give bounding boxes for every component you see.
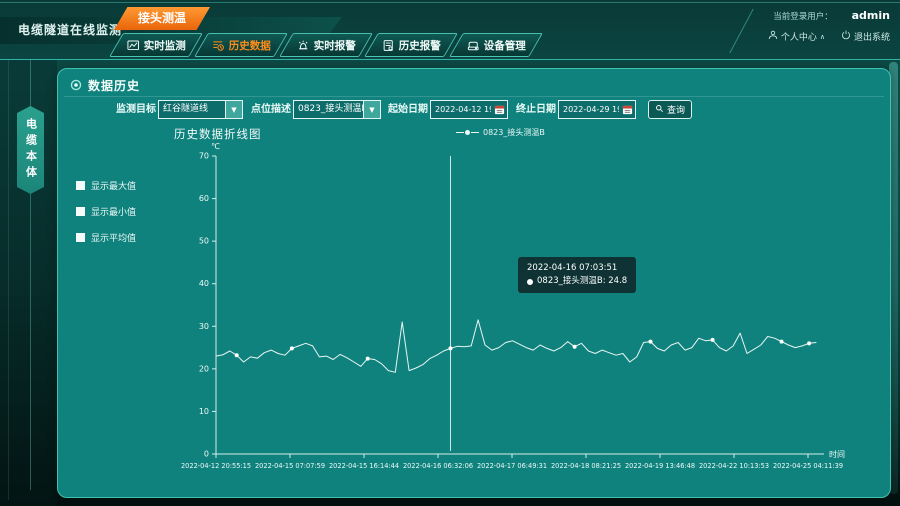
y-axis-unit: ℃	[211, 142, 220, 151]
y-tick-label: 20	[199, 364, 209, 373]
logout-link[interactable]: 退出系统	[841, 30, 890, 43]
tooltip-time: 2022-04-16 07:03:51	[527, 262, 627, 275]
series-line	[216, 320, 816, 372]
user-block: 当前登录用户： admin 个人中心 ∧ 退出系统	[768, 9, 890, 43]
data-point-marker	[780, 340, 784, 344]
data-point-marker	[807, 341, 811, 345]
x-tick-label: 2022-04-12 20:55:15	[181, 462, 251, 470]
nav-tab-label: 实时监测	[144, 38, 186, 53]
device-icon	[467, 39, 480, 52]
profile-link[interactable]: 个人中心 ∧	[768, 30, 825, 43]
top-header: 电缆隧道在线监测 接头测温 实时监测 历史数据 实时报警 历史报警 设备管理 当前登录用…	[0, 0, 900, 60]
history-chart[interactable]: 0 10 20 30 40 50 60 70℃ 2022-04-12 20:55:15 2022-…	[58, 69, 892, 499]
module-tab-joint-temperature[interactable]: 接头测温	[114, 7, 210, 30]
data-point-marker	[366, 357, 370, 361]
y-tick-label: 10	[199, 407, 209, 416]
alarm-document-icon	[382, 39, 395, 52]
power-icon	[841, 30, 851, 43]
x-tick-label: 2022-04-18 08:21:25	[551, 462, 621, 470]
person-icon	[768, 30, 778, 43]
data-point-marker	[711, 338, 715, 342]
nav-tab-label: 历史数据	[229, 38, 271, 53]
left-decor-line	[8, 60, 9, 500]
y-tick-label: 60	[199, 194, 209, 203]
x-tick-label: 2022-04-15 07:07:59	[255, 462, 325, 470]
chevron-up-icon: ∧	[820, 33, 825, 41]
y-tick-label: 70	[199, 152, 209, 161]
data-point-marker	[235, 353, 239, 357]
tooltip-series-line: 0823_接头测温B: 24.8	[527, 275, 627, 288]
app-title: 电缆隧道在线监测	[18, 17, 122, 44]
login-user-label: 当前登录用户：	[773, 12, 833, 22]
y-tick-label: 40	[199, 279, 209, 288]
x-tick-label: 2022-04-25 04:11:39	[773, 462, 843, 470]
nav-tab-history-data[interactable]: 历史数据	[194, 33, 288, 57]
x-tick-label: 2022-04-22 10:13:53	[699, 462, 769, 470]
x-tick-label: 2022-04-15 16:14:44	[329, 462, 399, 470]
series-dot-icon	[527, 279, 533, 285]
nav-tab-device-manage[interactable]: 设备管理	[449, 33, 543, 57]
chart-tooltip: 2022-04-16 07:03:51 0823_接头测温B: 24.8	[518, 257, 636, 293]
data-point-marker	[290, 346, 294, 350]
data-point-marker	[573, 345, 577, 349]
nav-tab-history-alarm[interactable]: 历史报警	[364, 33, 458, 57]
nav-tab-label: 设备管理	[484, 38, 526, 53]
data-point-marker	[448, 346, 452, 350]
x-axis-label: 时间	[829, 449, 845, 459]
history-data-panel: 数据历史 监测目标 红谷隧道线 ▼ 点位描述 0823_接头测温B ▼ 起始日期…	[57, 68, 891, 498]
alarm-bell-icon	[297, 39, 310, 52]
line-chart-icon	[127, 39, 140, 52]
username: admin	[852, 9, 890, 22]
history-list-clock-icon	[212, 39, 225, 52]
x-tick-label: 2022-04-16 06:32:06	[403, 462, 473, 470]
user-panel-edge	[729, 9, 753, 54]
nav-tab-label: 历史报警	[399, 38, 441, 53]
data-point-marker	[648, 340, 652, 344]
nav-tab-label: 实时报警	[314, 38, 356, 53]
y-tick-label: 30	[199, 322, 209, 331]
y-tick-label: 0	[204, 450, 209, 459]
x-tick-label: 2022-04-17 06:49:31	[477, 462, 547, 470]
header-top-line	[0, 2, 900, 3]
x-tick-label: 2022-04-19 13:46:48	[625, 462, 695, 470]
nav-tab-realtime-monitor[interactable]: 实时监测	[109, 33, 203, 57]
nav-tab-realtime-alarm[interactable]: 实时报警	[279, 33, 373, 57]
nav-tabs: 实时监测 历史数据 实时报警 历史报警 设备管理	[116, 33, 541, 57]
y-tick-label: 50	[199, 237, 209, 246]
sidebar-item-cable-body[interactable]: 电缆本体	[17, 106, 44, 194]
